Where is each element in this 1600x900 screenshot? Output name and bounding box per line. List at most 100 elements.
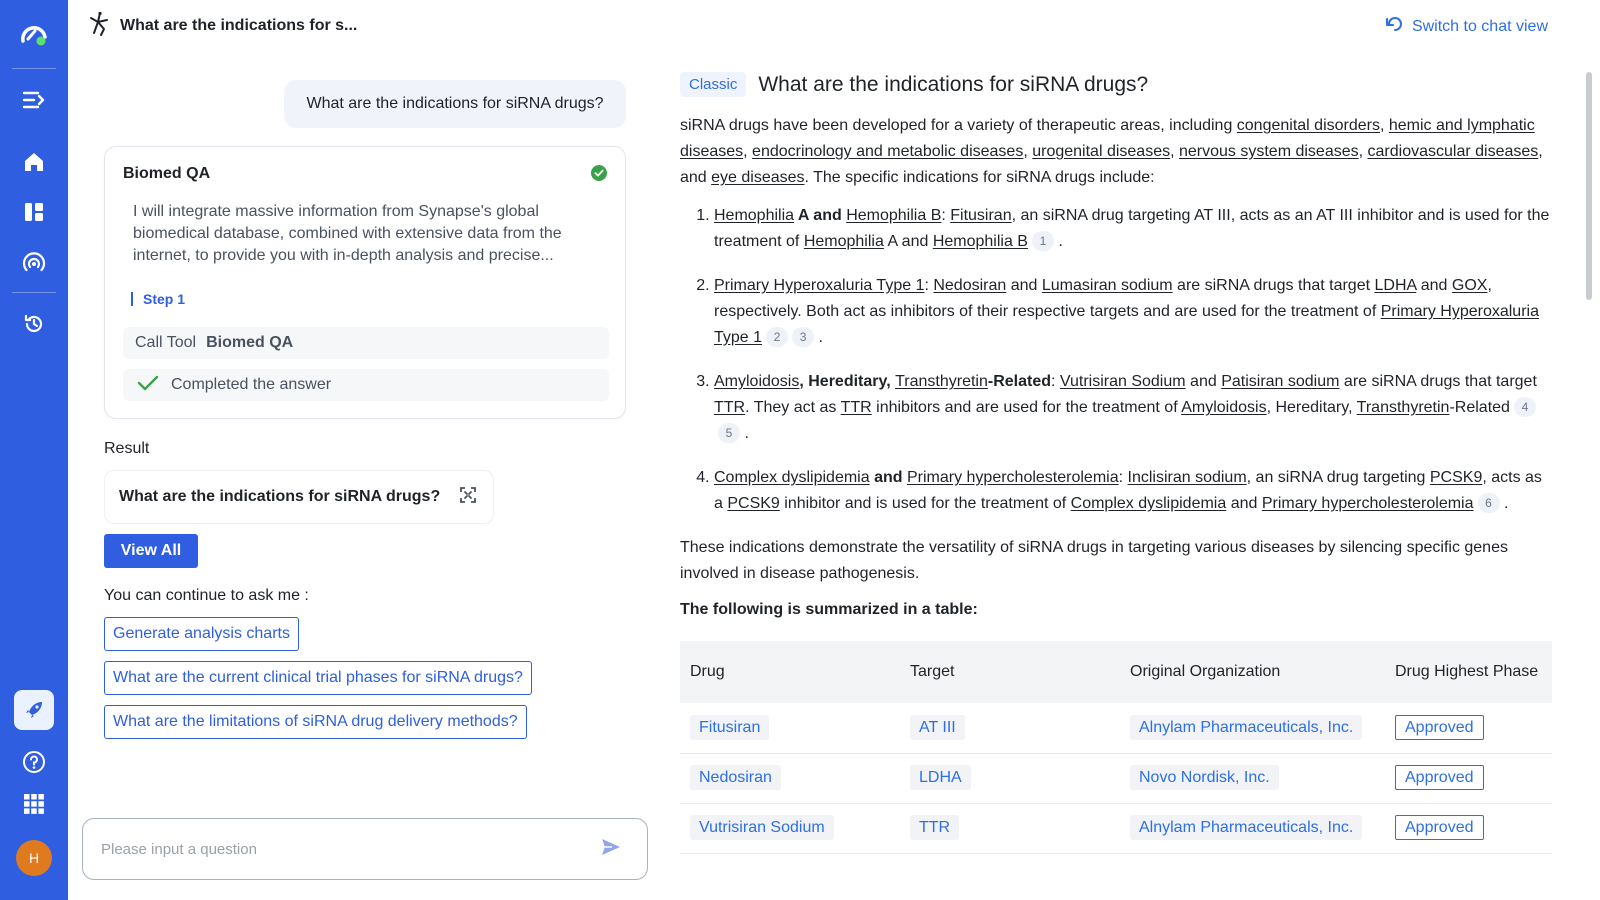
classic-badge: Classic <box>680 72 746 97</box>
entity-link[interactable]: Fitusiran <box>950 207 1011 224</box>
logo-icon[interactable] <box>14 14 54 54</box>
citation-badge[interactable]: 1 <box>1032 231 1054 251</box>
agent-icon <box>88 11 110 42</box>
entity-link[interactable]: Nedosiran <box>933 277 1006 294</box>
entity-link[interactable]: Hemophilia B <box>846 207 941 224</box>
table-cell: Approved <box>1385 753 1552 803</box>
citation-badge[interactable]: 5 <box>718 423 740 443</box>
entity-link[interactable]: congenital disorders <box>1237 117 1380 134</box>
entity-link[interactable]: PCSK9 <box>727 495 779 512</box>
entity-link[interactable]: LDHA <box>1374 277 1416 294</box>
undo-arrow-icon <box>1386 16 1404 37</box>
text: , an siRNA drug targeting <box>1247 469 1430 486</box>
table-cell: AT III <box>900 703 1120 753</box>
entity-link[interactable]: Transthyretin <box>895 373 988 390</box>
result-card[interactable]: What are the indications for siRNA drugs… <box>104 470 494 524</box>
entity-link[interactable]: Amyloidosis <box>1181 399 1266 416</box>
citation-badge[interactable]: 6 <box>1478 493 1500 513</box>
entity-link[interactable]: Primary Hyperoxaluria Type 1 <box>714 277 924 294</box>
scrollbar-thumb[interactable] <box>1586 72 1592 300</box>
suggestion-button[interactable]: What are the limitations of siRNA drug d… <box>104 705 527 739</box>
drug-chip[interactable]: Fitusiran <box>690 715 769 740</box>
answer-conclusion: These indications demonstrate the versat… <box>680 535 1554 587</box>
entity-link[interactable]: TTR <box>714 399 745 416</box>
citation-badge[interactable]: 3 <box>792 327 814 347</box>
answer-scrollbar[interactable] <box>1584 58 1594 900</box>
table-cell: Nedosiran <box>680 753 900 803</box>
expand-sidebar-icon[interactable] <box>14 80 54 120</box>
entity-link[interactable]: Patisiran sodium <box>1221 373 1339 390</box>
entity-link[interactable]: nervous system diseases <box>1179 143 1359 160</box>
suggestion-button[interactable]: What are the current clinical trial phas… <box>104 661 532 695</box>
text: , Hereditary, <box>1267 399 1357 416</box>
entity-link[interactable]: GOX <box>1452 277 1488 294</box>
entity-link[interactable]: Vutrisiran Sodium <box>1060 373 1186 390</box>
entity-link[interactable]: urogenital diseases <box>1032 143 1170 160</box>
entity-link[interactable]: PCSK9 <box>1430 469 1482 486</box>
entity-link[interactable]: Amyloidosis <box>714 373 799 390</box>
entity-link[interactable]: Primary hypercholesterolemia <box>907 469 1119 486</box>
entity-link[interactable]: eye diseases <box>711 169 804 186</box>
sidebar: H <box>0 0 68 900</box>
help-icon[interactable] <box>14 742 54 782</box>
entity-link[interactable]: Complex dyslipidemia <box>714 469 870 486</box>
text: inhibitors and are used for the treatmen… <box>872 399 1182 416</box>
bold-text: -Related <box>988 373 1051 390</box>
step-indicator[interactable]: Step 1 <box>131 291 185 307</box>
agent-card-description: I will integrate massive information fro… <box>133 201 603 267</box>
table-row: Vutrisiran Sodium TTR Alnylam Pharmaceut… <box>680 803 1552 853</box>
step-label: Step 1 <box>143 291 185 307</box>
drug-chip[interactable]: Nedosiran <box>690 765 781 790</box>
citation-badge[interactable]: 4 <box>1514 397 1536 417</box>
completed-label: Completed the answer <box>171 376 331 394</box>
entity-link[interactable]: cardiovascular diseases <box>1368 143 1539 160</box>
dashboard-icon[interactable] <box>14 192 54 232</box>
text: A and <box>884 233 933 250</box>
tool-name: Biomed QA <box>206 334 293 352</box>
drug-chip[interactable]: Vutrisiran Sodium <box>690 815 834 840</box>
text: and <box>1226 495 1262 512</box>
indications-list: Hemophilia A and Hemophilia B: Fitusiran… <box>680 203 1554 517</box>
summary-table: Drug Target Original Organization Drug H… <box>680 641 1552 854</box>
list-item: Primary Hyperoxaluria Type 1: Nedosiran … <box>714 273 1554 351</box>
question-input[interactable] <box>101 841 561 858</box>
entity-link[interactable]: TTR <box>841 399 872 416</box>
history-icon[interactable] <box>14 304 54 344</box>
intro-text: . The specific indications for siRNA dru… <box>805 169 1155 186</box>
organization-chip[interactable]: Alnylam Pharmaceuticals, Inc. <box>1130 715 1362 740</box>
target-chip[interactable]: LDHA <box>910 765 971 790</box>
home-icon[interactable] <box>14 142 54 182</box>
sidebar-divider <box>12 292 56 293</box>
citation-badge[interactable]: 2 <box>766 327 788 347</box>
text: and <box>1186 373 1222 390</box>
bold-text: A and <box>794 207 846 224</box>
summary-label: The following is summarized in a table: <box>680 601 1554 619</box>
organization-chip[interactable]: Novo Nordisk, Inc. <box>1130 765 1279 790</box>
entity-link[interactable]: Hemophilia <box>714 207 794 224</box>
entity-link[interactable]: Primary hypercholesterolemia <box>1262 495 1474 512</box>
entity-link[interactable]: Lumasiran sodium <box>1042 277 1173 294</box>
organization-chip[interactable]: Alnylam Pharmaceuticals, Inc. <box>1130 815 1362 840</box>
user-question-bubble: What are the indications for siRNA drugs… <box>284 80 626 128</box>
entity-link[interactable]: Hemophilia <box>804 233 884 250</box>
suggestion-button[interactable]: Generate analysis charts <box>104 617 299 651</box>
table-cell: Alnylam Pharmaceuticals, Inc. <box>1120 803 1385 853</box>
view-all-button[interactable]: View All <box>104 534 198 568</box>
entity-link[interactable]: Transthyretin <box>1357 399 1450 416</box>
target-chip[interactable]: AT III <box>910 715 965 740</box>
target-chip[interactable]: TTR <box>910 815 959 840</box>
entity-link[interactable]: Inclisiran sodium <box>1128 469 1247 486</box>
fullscreen-icon[interactable] <box>459 486 477 509</box>
switch-to-chat-view-button[interactable]: Switch to chat view <box>1386 16 1548 37</box>
rocket-icon[interactable] <box>14 690 54 730</box>
text: and <box>1416 277 1452 294</box>
column-header: Drug Highest Phase <box>1385 641 1552 703</box>
avatar[interactable]: H <box>16 840 52 876</box>
entity-link[interactable]: endocrinology and metabolic diseases <box>752 143 1023 160</box>
list-item: Hemophilia A and Hemophilia B: Fitusiran… <box>714 203 1554 255</box>
entity-link[interactable]: Complex dyslipidemia <box>1071 495 1227 512</box>
radar-icon[interactable] <box>14 244 54 284</box>
apps-grid-icon[interactable] <box>14 784 54 824</box>
entity-link[interactable]: Hemophilia B <box>933 233 1028 250</box>
send-icon[interactable] <box>601 838 621 861</box>
